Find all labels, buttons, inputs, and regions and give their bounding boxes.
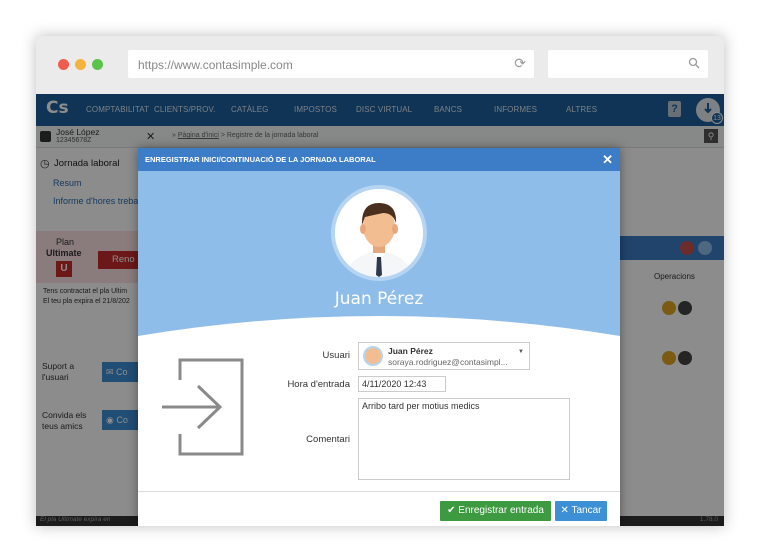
- url-text: https://www.contasimple.com: [138, 58, 293, 72]
- hero-employee-name: Juan Pérez: [334, 289, 424, 309]
- browser-window: https://www.contasimple.com ⟳ Cs COMPTAB…: [36, 36, 724, 526]
- minimize-window-dot[interactable]: [75, 59, 86, 70]
- browser-chrome: https://www.contasimple.com ⟳: [36, 36, 724, 94]
- user-field-label: Usuari: [322, 350, 350, 361]
- entry-time-input[interactable]: 4/11/2020 12:43: [358, 376, 446, 392]
- close-window-dot[interactable]: [58, 59, 69, 70]
- cancel-x-icon: ✕: [560, 505, 572, 516]
- reload-icon[interactable]: ⟳: [514, 55, 526, 72]
- register-entry-button[interactable]: ✔ Enregistrar entrada: [440, 501, 551, 521]
- close-icon[interactable]: ✕: [602, 148, 613, 171]
- user-select[interactable]: Juan Pérez soraya.rodriguez@contasimpl..…: [358, 342, 530, 370]
- browser-search-box[interactable]: [548, 50, 708, 78]
- select-user-avatar: [363, 346, 383, 366]
- time-field-label: Hora d'entrada: [287, 379, 350, 390]
- comment-field-label: Comentari: [306, 434, 350, 445]
- person-avatar-icon: [335, 189, 423, 277]
- selected-user-name: Juan Pérez: [388, 346, 433, 356]
- dialog-title: ENREGISTRAR INICI/CONTINUACIÓ DE LA JORN…: [145, 155, 376, 164]
- register-entry-label: Enregistrar entrada: [458, 505, 544, 516]
- search-icon: [688, 57, 700, 69]
- selected-user-email: soraya.rodriguez@contasimpl...: [388, 357, 508, 367]
- chevron-down-icon: ▼: [518, 349, 524, 355]
- maximize-window-dot[interactable]: [92, 59, 103, 70]
- address-bar[interactable]: https://www.contasimple.com ⟳: [128, 50, 534, 78]
- close-dialog-label: Tancar: [571, 505, 602, 516]
- check-icon: ✔: [447, 505, 459, 516]
- comment-textarea[interactable]: Arribo tard per motius medics: [358, 398, 570, 480]
- close-dialog-button[interactable]: ✕ Tancar: [555, 501, 607, 521]
- dialog-footer: ✔ Enregistrar entrada ✕ Tancar: [138, 491, 620, 526]
- employee-avatar: [331, 185, 427, 281]
- dialog-header: ENREGISTRAR INICI/CONTINUACIÓ DE LA JORN…: [138, 148, 620, 171]
- register-entry-dialog: ENREGISTRAR INICI/CONTINUACIÓ DE LA JORN…: [138, 148, 620, 526]
